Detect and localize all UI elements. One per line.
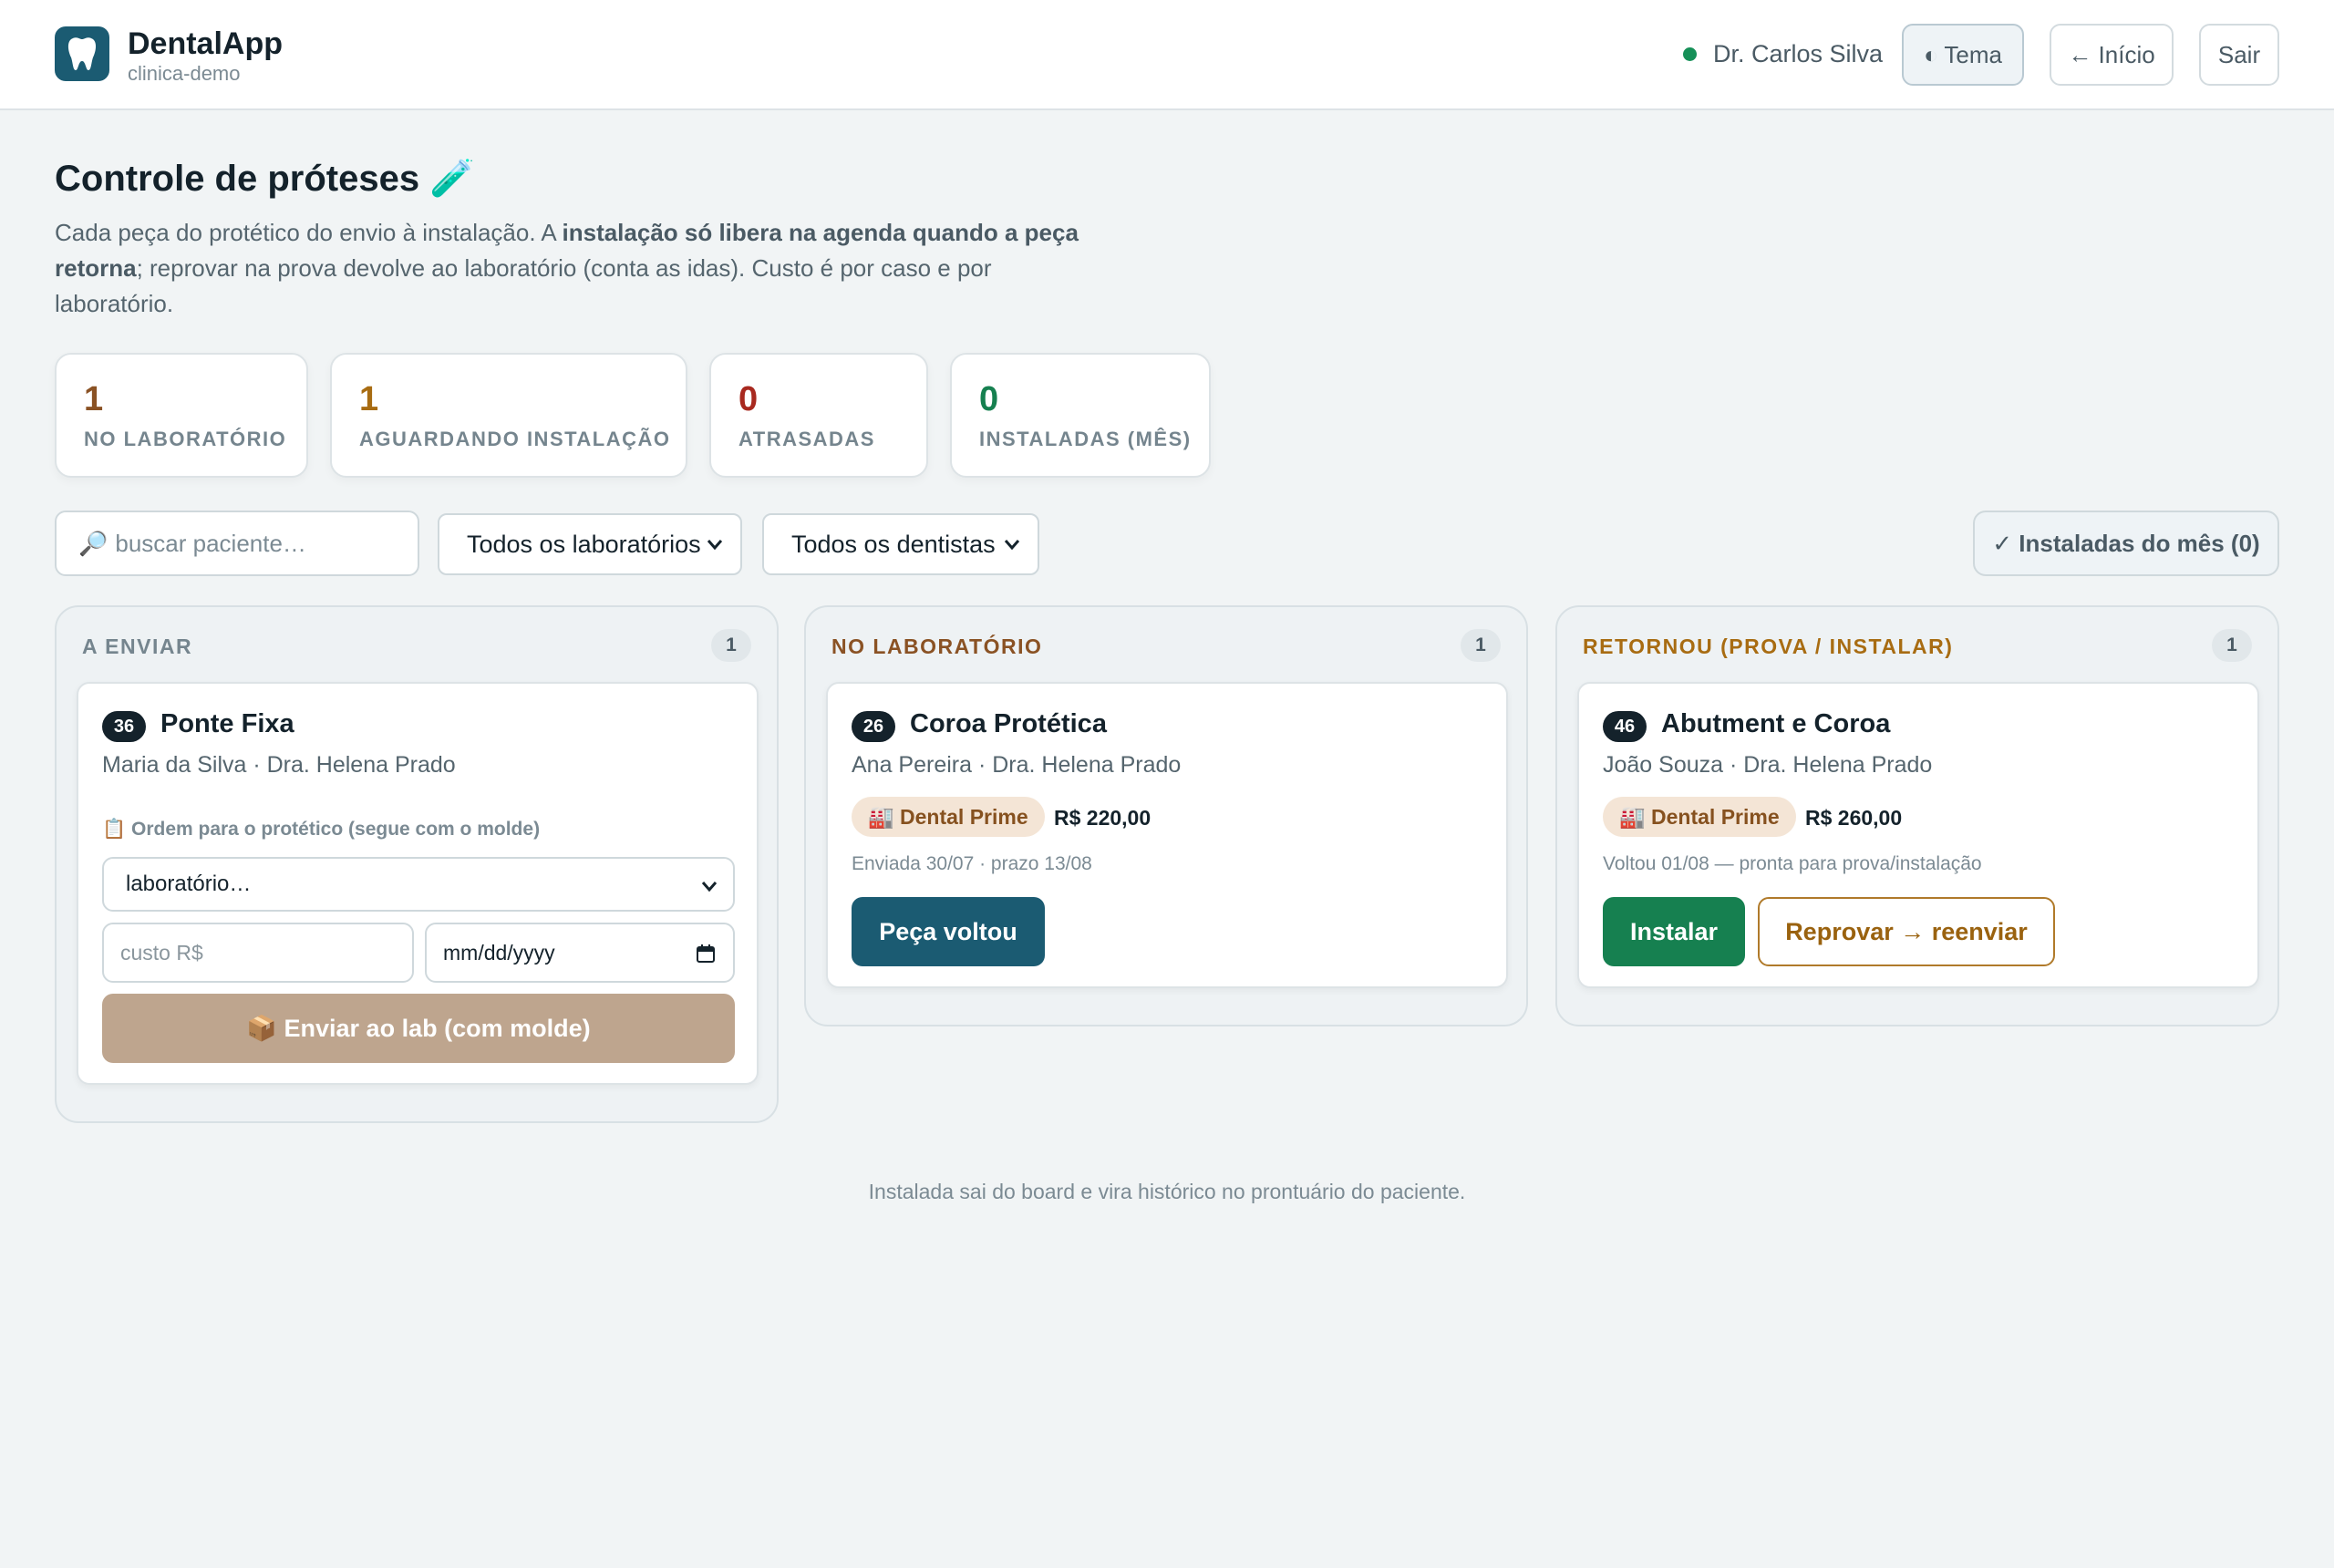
due-date-input[interactable]: mm/dd/yyyy bbox=[425, 923, 735, 983]
app-name: DentalApp bbox=[128, 26, 283, 61]
send-to-lab-button[interactable]: 📦 Enviar ao lab (com molde) bbox=[102, 994, 735, 1063]
cost-input[interactable]: custo R$ bbox=[102, 923, 414, 983]
stat-value: 1 bbox=[84, 380, 104, 418]
calendar-icon[interactable] bbox=[695, 943, 717, 965]
prosthesis-card[interactable]: 26 Coroa Protética Ana Pereira · Dra. He… bbox=[826, 682, 1508, 988]
chevron-down-icon bbox=[707, 540, 723, 551]
chevron-down-icon bbox=[1004, 540, 1020, 551]
stat-aguardando-instalacao: 1 AGUARDANDO INSTALAÇÃO bbox=[330, 353, 687, 478]
stat-atrasadas: 0 ATRASADAS bbox=[709, 353, 928, 478]
column-a-enviar: A ENVIAR 1 36 Ponte Fixa Maria da Silva … bbox=[55, 605, 779, 1123]
card-note: Voltou 01/08 — pronta para prova/instala… bbox=[1603, 853, 1982, 874]
top-bar: DentalApp clinica-demo Dr. Carlos Silva … bbox=[0, 0, 2334, 110]
column-retornou: RETORNOU (PROVA / INSTALAR) 1 46 Abutmen… bbox=[1555, 605, 2279, 1026]
theme-button[interactable]: ◐ Tema bbox=[1902, 24, 2024, 86]
lab-filter-value: Todos os laboratórios bbox=[467, 530, 701, 558]
card-note: Enviada 30/07 · prazo 13/08 bbox=[852, 853, 1092, 874]
stat-label: ATRASADAS bbox=[738, 428, 875, 450]
stat-value: 1 bbox=[359, 380, 379, 418]
lab-badge: 🏭 Dental Prime bbox=[852, 797, 1045, 837]
search-placeholder: buscar paciente… bbox=[115, 529, 306, 557]
reject-resend-button[interactable]: Reprovar → reenviar bbox=[1758, 897, 2055, 966]
stat-label: NO LABORATÓRIO bbox=[84, 428, 287, 450]
page-title: Controle de próteses 🧪 bbox=[55, 159, 475, 199]
tooth-logo-icon bbox=[55, 26, 109, 81]
stat-label: INSTALADAS (MÊS) bbox=[979, 428, 1192, 450]
search-icon: 🔎 bbox=[78, 529, 108, 557]
home-button[interactable]: ← Início bbox=[2050, 24, 2174, 86]
card-title: Coroa Protética bbox=[910, 709, 1107, 738]
desc-text: Cada peça do protético do envio à instal… bbox=[55, 219, 563, 246]
stat-no-laboratorio: 1 NO LABORATÓRIO bbox=[55, 353, 308, 478]
price: R$ 260,00 bbox=[1805, 806, 1903, 830]
column-count: 1 bbox=[2212, 629, 2252, 662]
desc-text-end: ; reprovar na prova devolve ao laboratór… bbox=[55, 254, 992, 317]
lab-select[interactable]: laboratório… bbox=[102, 857, 735, 912]
order-label: 📋 Ordem para o protético (segue com o mo… bbox=[102, 819, 541, 840]
user-name: Dr. Carlos Silva bbox=[1713, 40, 1884, 67]
online-status-icon bbox=[1683, 47, 1697, 61]
tooth-number: 26 bbox=[852, 711, 895, 742]
stat-value: 0 bbox=[738, 380, 759, 418]
cost-placeholder: custo R$ bbox=[120, 940, 203, 965]
current-user: Dr. Carlos Silva bbox=[1683, 40, 1883, 68]
price: R$ 220,00 bbox=[1054, 806, 1152, 830]
piece-returned-button[interactable]: Peça voltou bbox=[852, 897, 1045, 966]
card-subtitle: Ana Pereira · Dra. Helena Prado bbox=[852, 752, 1182, 778]
dentist-filter-value: Todos os dentistas bbox=[791, 530, 996, 558]
card-title: Ponte Fixa bbox=[160, 709, 294, 738]
card-subtitle: João Souza · Dra. Helena Prado bbox=[1603, 752, 1933, 778]
column-no-laboratorio: NO LABORATÓRIO 1 26 Coroa Protética Ana … bbox=[804, 605, 1528, 1026]
workspace-name: clinica-demo bbox=[128, 62, 241, 85]
chevron-down-icon bbox=[701, 882, 718, 892]
page-description: Cada peça do protético do envio à instal… bbox=[55, 215, 1085, 322]
lab-select-value: laboratório… bbox=[126, 872, 252, 896]
stat-instaladas-mes: 0 INSTALADAS (MÊS) bbox=[950, 353, 1211, 478]
logout-button[interactable]: Sair bbox=[2199, 24, 2279, 86]
footnote: Instalada sai do board e vira histórico … bbox=[868, 1180, 1466, 1203]
install-button[interactable]: Instalar bbox=[1603, 897, 1745, 966]
tooth-number: 46 bbox=[1603, 711, 1647, 742]
column-title: A ENVIAR bbox=[82, 634, 193, 658]
prosthesis-card[interactable]: 36 Ponte Fixa Maria da Silva · Dra. Hele… bbox=[77, 682, 759, 1085]
tooth-number: 36 bbox=[102, 711, 146, 742]
lab-filter-select[interactable]: Todos os laboratórios bbox=[438, 513, 742, 575]
dentist-filter-select[interactable]: Todos os dentistas bbox=[762, 513, 1039, 575]
date-placeholder: mm/dd/yyyy bbox=[443, 940, 555, 965]
column-title: RETORNOU (PROVA / INSTALAR) bbox=[1583, 634, 1954, 658]
prosthesis-card[interactable]: 46 Abutment e Coroa João Souza · Dra. He… bbox=[1577, 682, 2259, 988]
card-subtitle: Maria da Silva · Dra. Helena Prado bbox=[102, 752, 456, 778]
patient-search-input[interactable]: 🔎 buscar paciente… bbox=[55, 511, 419, 576]
stat-value: 0 bbox=[979, 380, 999, 418]
column-count: 1 bbox=[711, 629, 751, 662]
stat-label: AGUARDANDO INSTALAÇÃO bbox=[359, 428, 671, 450]
card-title: Abutment e Coroa bbox=[1661, 709, 1891, 738]
column-title: NO LABORATÓRIO bbox=[831, 634, 1043, 658]
column-count: 1 bbox=[1461, 629, 1501, 662]
installed-this-month-button[interactable]: ✓ Instaladas do mês (0) bbox=[1973, 511, 2279, 576]
lab-badge: 🏭 Dental Prime bbox=[1603, 797, 1796, 837]
